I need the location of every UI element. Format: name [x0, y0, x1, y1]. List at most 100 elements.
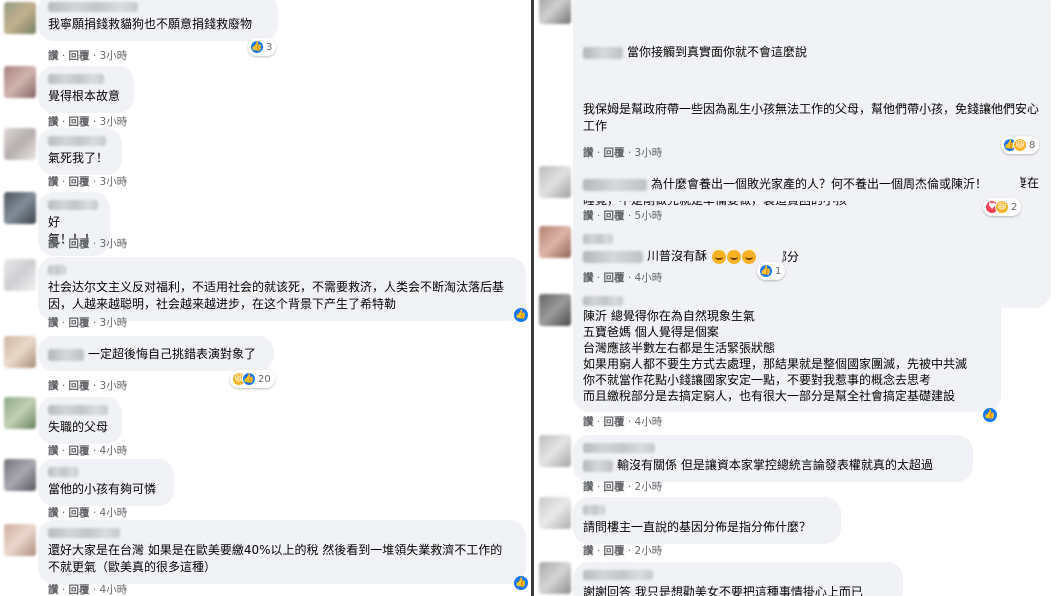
like-icon[interactable]: 👍 [983, 408, 997, 422]
reaction-summary[interactable]: 👍 😆 8 [1001, 136, 1040, 154]
timestamp[interactable]: 4小時 [100, 507, 128, 519]
like-link[interactable]: 讚 [48, 50, 59, 62]
reply-link[interactable]: 回覆 [604, 481, 625, 493]
like-link[interactable]: 讚 [583, 210, 594, 222]
like-link[interactable]: 讚 [48, 584, 59, 596]
timestamp[interactable]: 5小時 [635, 210, 663, 222]
commenter-name[interactable] [48, 265, 66, 275]
avatar[interactable] [539, 226, 571, 258]
comment-bubble: 請問樓主一直說的基因分佈是指分佈什麼？ [573, 497, 841, 544]
avatar[interactable] [4, 2, 36, 34]
timestamp[interactable]: 3小時 [100, 176, 128, 188]
like-link[interactable]: 讚 [48, 507, 59, 519]
commenter-name[interactable] [48, 528, 120, 538]
avatar[interactable] [539, 0, 571, 24]
reaction-summary[interactable]: ♥ 😆 2 [983, 198, 1022, 216]
comment-actions: 讚 · 回覆 · 3小時 [48, 315, 127, 330]
comment-bubble: 陳沂 總覺得你在為自然現象生氣 五寶爸媽 個人覺得是個案 台灣應該半數左右都是生… [573, 288, 1001, 412]
comment-body: 輸沒有關係 但是讓資本家掌控總統言論發表權就真的太超過 [617, 458, 933, 472]
timestamp[interactable]: 3小時 [100, 50, 128, 62]
commenter-name[interactable] [48, 2, 138, 12]
commenter-name[interactable] [583, 178, 647, 191]
avatar[interactable] [4, 259, 36, 291]
timestamp[interactable]: 2小時 [635, 545, 663, 557]
commenter-name[interactable] [583, 570, 653, 580]
like-link[interactable]: 讚 [48, 116, 59, 128]
commenter-name[interactable] [583, 459, 613, 472]
timestamp[interactable]: 2小時 [635, 481, 663, 493]
timestamp[interactable]: 4小時 [635, 272, 663, 284]
timestamp[interactable]: 4小時 [100, 445, 128, 457]
comment-bubble: 一定超後悔自己挑錯表演對象了 [38, 336, 274, 371]
commenter-name[interactable] [583, 505, 605, 515]
reply-link[interactable]: 回覆 [69, 445, 90, 457]
commenter-name[interactable] [48, 405, 108, 415]
reply-link[interactable]: 回覆 [69, 380, 90, 392]
timestamp[interactable]: 3小時 [635, 147, 663, 159]
avatar[interactable] [539, 562, 571, 594]
commenter-name[interactable] [48, 74, 104, 84]
like-link[interactable]: 讚 [48, 176, 59, 188]
reply-link[interactable]: 回覆 [69, 507, 90, 519]
comment-bubble: 覺得根本故意 [38, 66, 134, 113]
reply-link[interactable]: 回覆 [69, 238, 90, 250]
commenter-name[interactable] [583, 296, 623, 306]
timestamp[interactable]: 4小時 [635, 416, 663, 428]
reply-link[interactable]: 回覆 [604, 210, 625, 222]
comment-bubble: 我寧願捐錢救貓狗也不願意捐錢救廢物 [38, 0, 278, 41]
reply-link[interactable]: 回覆 [604, 416, 625, 428]
timestamp[interactable]: 3小時 [100, 238, 128, 250]
like-link[interactable]: 讚 [48, 317, 59, 329]
reply-link[interactable]: 回覆 [69, 116, 90, 128]
commenter-name[interactable] [48, 200, 98, 210]
timestamp[interactable]: 3小時 [100, 116, 128, 128]
reply-link[interactable]: 回覆 [604, 147, 625, 159]
like-link[interactable]: 讚 [48, 238, 59, 250]
like-link[interactable]: 讚 [583, 416, 594, 428]
avatar[interactable] [4, 66, 36, 98]
avatar[interactable] [4, 336, 36, 368]
timestamp[interactable]: 4小時 [100, 584, 128, 596]
reply-link[interactable]: 回覆 [69, 317, 90, 329]
like-link[interactable]: 讚 [583, 147, 594, 159]
reply-link[interactable]: 回覆 [69, 50, 90, 62]
like-icon[interactable]: 👍 [514, 576, 528, 590]
commenter-name[interactable] [48, 348, 84, 361]
reaction-summary[interactable]: 😆 👍 20 [230, 370, 275, 388]
reply-link[interactable]: 回覆 [604, 272, 625, 284]
avatar[interactable] [4, 397, 36, 429]
comments-column-left: 我寧願捐錢救貓狗也不願意捐錢救廢物 👍 3 讚 · 回覆 · 3小時 覺得根本故… [0, 0, 530, 596]
commenter-name[interactable] [583, 443, 655, 453]
avatar[interactable] [539, 497, 571, 529]
reply-link[interactable]: 回覆 [69, 176, 90, 188]
avatar[interactable] [4, 524, 36, 556]
separator: · [58, 116, 69, 128]
avatar[interactable] [539, 294, 571, 326]
avatar[interactable] [539, 435, 571, 467]
avatar[interactable] [4, 128, 36, 160]
avatar[interactable] [539, 166, 571, 198]
timestamp[interactable]: 3小時 [100, 317, 128, 329]
reaction-summary[interactable]: 👍 1 [757, 262, 786, 280]
like-link[interactable]: 讚 [583, 272, 594, 284]
avatar[interactable] [4, 459, 36, 491]
like-link[interactable]: 讚 [583, 481, 594, 493]
reply-link[interactable]: 回覆 [604, 545, 625, 557]
reply-link[interactable]: 回覆 [69, 584, 90, 596]
commenter-name[interactable] [583, 250, 643, 263]
comment-actions: 讚 · 回覆 · 3小時 [48, 236, 127, 251]
comment-actions: 讚 · 回覆 · 3小時 [48, 48, 127, 63]
timestamp[interactable]: 3小時 [100, 380, 128, 392]
like-icon[interactable]: 👍 [514, 308, 528, 322]
avatar[interactable] [4, 192, 36, 224]
reaction-summary[interactable]: 👍 3 [248, 38, 277, 56]
commenter-name[interactable] [583, 46, 623, 59]
commenter-name[interactable] [48, 136, 106, 146]
crying-laughing-emoji [711, 249, 726, 264]
like-link[interactable]: 讚 [583, 545, 594, 557]
commenter-name[interactable] [48, 467, 78, 477]
like-link[interactable]: 讚 [48, 445, 59, 457]
commenter-name[interactable] [583, 234, 613, 244]
like-link[interactable]: 讚 [48, 380, 59, 392]
separator: · [58, 584, 69, 596]
